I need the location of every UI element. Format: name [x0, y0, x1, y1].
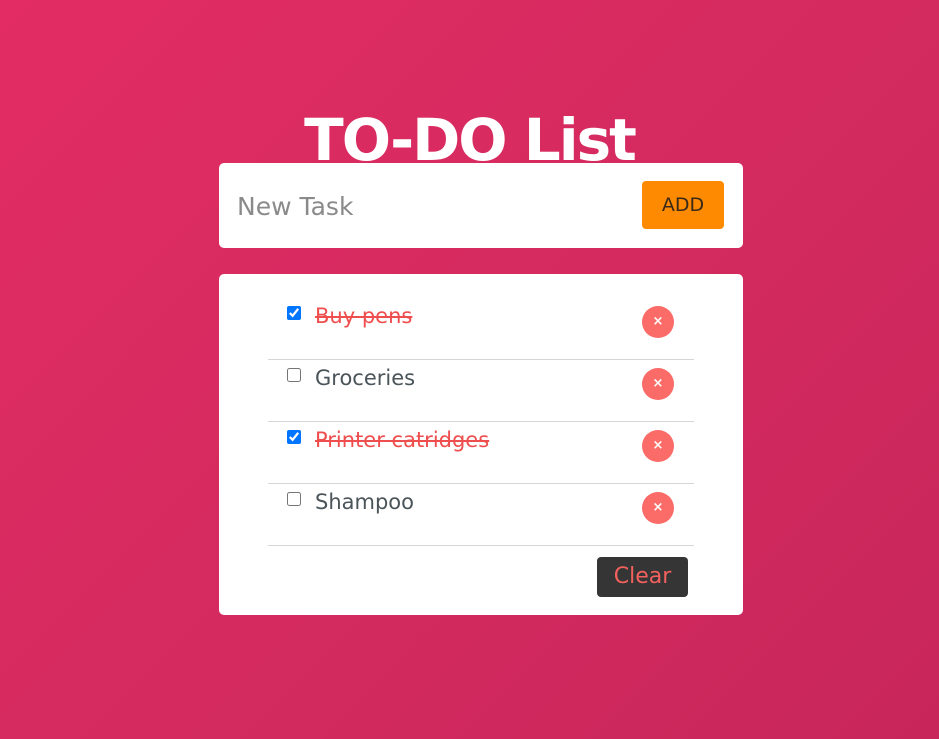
add-task-button[interactable]: ADD — [642, 181, 724, 229]
new-task-panel: ADD — [219, 163, 743, 248]
task-list: Buy pens × Groceries × Printer catridges… — [268, 298, 694, 546]
task-label: Buy pens — [315, 304, 413, 328]
task-label: Printer catridges — [315, 428, 490, 452]
task-item: Groceries × — [268, 360, 694, 422]
new-task-input[interactable] — [237, 185, 627, 227]
close-icon: × — [652, 314, 664, 329]
task-label: Groceries — [315, 366, 416, 390]
delete-task-button[interactable]: × — [642, 368, 674, 400]
task-checkbox[interactable] — [287, 306, 301, 320]
delete-task-button[interactable]: × — [642, 306, 674, 338]
clear-button[interactable]: Clear — [597, 557, 688, 597]
task-item: Printer catridges × — [268, 422, 694, 484]
task-checkbox[interactable] — [287, 430, 301, 444]
close-icon: × — [652, 438, 664, 453]
task-list-panel: Buy pens × Groceries × Printer catridges… — [219, 274, 743, 615]
task-item: Buy pens × — [268, 298, 694, 360]
delete-task-button[interactable]: × — [642, 492, 674, 524]
task-checkbox[interactable] — [287, 492, 301, 506]
task-item: Shampoo × — [268, 484, 694, 546]
close-icon: × — [652, 376, 664, 391]
close-icon: × — [652, 500, 664, 515]
task-checkbox[interactable] — [287, 368, 301, 382]
delete-task-button[interactable]: × — [642, 430, 674, 462]
task-label: Shampoo — [315, 490, 414, 514]
